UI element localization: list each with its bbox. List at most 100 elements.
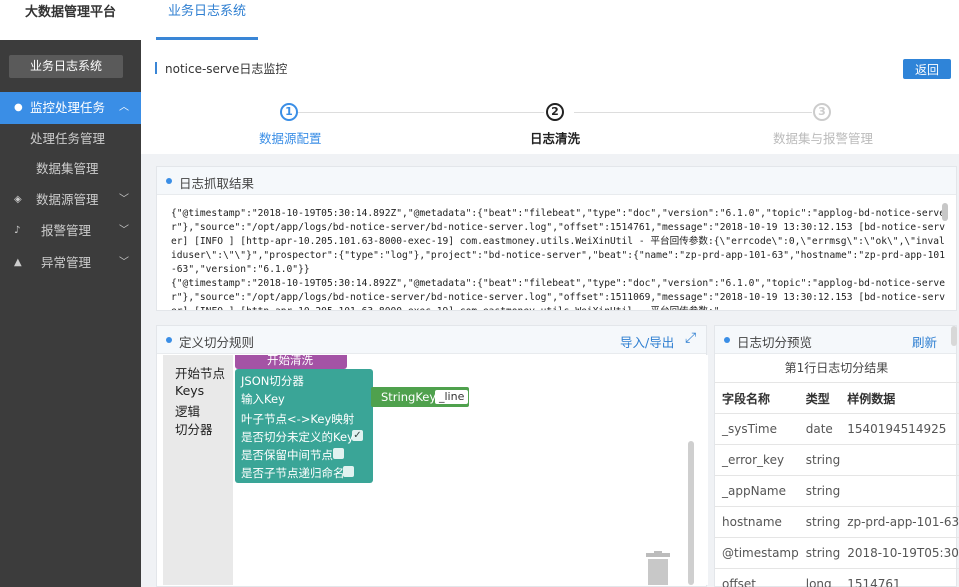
step-2-circle[interactable]: 2 — [546, 103, 564, 121]
field-sample — [840, 444, 959, 476]
expand-icon[interactable]: ⤢ — [685, 330, 696, 346]
title-accent-bar — [155, 62, 157, 74]
page-header: notice-serve日志监控 返回 — [141, 40, 959, 94]
table-row: _sysTime date 1540194514925 — [715, 413, 959, 445]
field-sample: 1540194514925 — [840, 413, 959, 445]
field-name: offset — [715, 568, 799, 587]
step-1-circle[interactable]: 1 — [280, 103, 298, 121]
field-type: string — [798, 506, 841, 538]
step-1-label[interactable]: 数据源配置 — [259, 128, 322, 147]
sidebar-item-label: 异常管理 — [41, 255, 92, 270]
keep-middle-checkbox[interactable] — [333, 448, 344, 459]
split-rules-panel: 定义切分规则 导入/导出 ⤢ 开始节点 Keys 逻辑 切分器 开始清洗 JSO… — [156, 325, 708, 587]
preview-subtitle: 第1行日志切分结果 — [784, 361, 889, 375]
toolbox-start-node[interactable]: 开始节点 — [175, 363, 225, 382]
keep-middle-label: 是否保留中间节点 — [241, 448, 333, 462]
chevron-down-icon: ﹀ — [119, 225, 129, 236]
refresh-link[interactable]: 刷新 — [912, 332, 937, 351]
toolbox-logic[interactable]: 逻辑 — [175, 401, 200, 420]
string-key-value[interactable]: _line — [435, 390, 469, 404]
string-key-block[interactable]: StringKey _line — [371, 387, 469, 407]
canvas-scrollbar[interactable] — [688, 441, 694, 585]
json-splitter-block[interactable]: JSON切分器 输入Key 叶子节点<->Key映射 是否切分未定义的Key ✓… — [235, 369, 373, 483]
field-type: string — [798, 444, 841, 476]
sidebar-item-label: 处理任务管理 — [30, 131, 106, 146]
step-2-label[interactable]: 日志清洗 — [530, 128, 580, 147]
column-header: 字段名称 — [715, 382, 799, 414]
page-title: notice-serve日志监控 — [165, 62, 288, 76]
step-3-label[interactable]: 数据集与报警管理 — [773, 128, 873, 147]
field-sample: 2018-10-19T05:30:1 — [840, 537, 959, 569]
table-row: _error_key string — [715, 444, 959, 476]
import-export-link[interactable]: 导入/导出 — [620, 332, 674, 351]
chevron-up-icon: ︿ — [119, 102, 129, 113]
field-sample — [840, 475, 959, 507]
start-clean-block[interactable]: 开始清洗 — [235, 354, 347, 369]
sidebar-item-label: 数据集管理 — [36, 161, 99, 176]
input-key-label: 输入Key — [241, 392, 285, 406]
sidebar-title[interactable]: 业务日志系统 — [9, 55, 123, 78]
column-header: 样例数据 — [840, 382, 959, 414]
sidebar-item-task-management[interactable]: 处理任务管理 — [0, 124, 141, 154]
chevron-down-icon: ﹀ — [119, 257, 129, 268]
step-connector — [574, 112, 812, 113]
panel-title: 定义切分规则 — [179, 335, 255, 350]
toolbox-splitter[interactable]: 切分器 — [175, 419, 213, 438]
bullet-icon — [166, 178, 172, 184]
sidebar-item-monitor-tasks[interactable]: ● 监控处理任务 ︿ — [0, 92, 141, 124]
table-row: offset long 1514761 — [715, 568, 959, 587]
bullet-icon — [166, 337, 172, 343]
step-progress: 1 数据源配置 2 日志清洗 3 数据集与报警管理 — [141, 94, 959, 154]
recursive-name-label: 是否子节点递归命名 — [241, 466, 345, 480]
brand-title: 大数据管理平台 — [24, 5, 116, 20]
field-type: date — [798, 413, 841, 445]
sidebar-item-alarm[interactable]: ♪ 报警管理 ﹀ — [0, 215, 141, 247]
log-scrollbar[interactable] — [942, 203, 948, 221]
recursive-name-checkbox[interactable] — [343, 466, 354, 477]
warning-icon: ▲ — [14, 257, 22, 268]
preview-table: 字段名称 类型 样例数据 _sysTime date 1540194514925… — [715, 382, 959, 587]
column-header: 类型 — [798, 382, 841, 414]
split-undefined-checkbox[interactable]: ✓ — [352, 430, 363, 441]
field-name: _error_key — [715, 444, 799, 476]
sidebar-item-datasource[interactable]: ◈ 数据源管理 ﹀ — [0, 184, 141, 216]
dashboard-icon: ● — [14, 102, 23, 113]
table-header-row: 字段名称 类型 样例数据 — [715, 382, 959, 414]
split-preview-panel: 日志切分预览 刷新 第1行日志切分结果 字段名称 类型 样例数据 _sysTim… — [714, 325, 959, 587]
block-canvas[interactable]: 开始清洗 JSON切分器 输入Key 叶子节点<->Key映射 是否切分未定义的… — [233, 354, 708, 585]
trash-icon[interactable] — [643, 551, 673, 585]
sidebar-item-exception[interactable]: ▲ 异常管理 ﹀ — [0, 247, 141, 279]
block-toolbox: 开始节点 Keys 逻辑 切分器 — [163, 355, 233, 585]
sidebar-item-label: 监控处理任务 — [30, 100, 106, 115]
log-result-panel: 日志抓取结果 {"@timestamp":"2018-10-19T05:30:1… — [156, 166, 957, 311]
table-row: hostname string zp-prd-app-101-63 — [715, 506, 959, 538]
bell-icon: ♪ — [14, 225, 21, 236]
toolbox-keys[interactable]: Keys — [175, 383, 204, 398]
field-name: @timestamp — [715, 537, 799, 569]
field-name: hostname — [715, 506, 799, 538]
split-undefined-label: 是否切分未定义的Key — [241, 430, 354, 444]
block-workspace: 开始节点 Keys 逻辑 切分器 开始清洗 JSON切分器 输入Key 叶子节点… — [163, 354, 708, 585]
leaf-map-label: 叶子节点<->Key映射 — [241, 412, 355, 426]
step-3-circle[interactable]: 3 — [813, 103, 831, 121]
field-type: string — [798, 537, 841, 569]
splitter-title: JSON切分器 — [241, 374, 304, 388]
panel-title: 日志抓取结果 — [179, 176, 255, 191]
field-name: _appName — [715, 475, 799, 507]
tab-business-log[interactable]: 业务日志系统 — [156, 0, 258, 40]
bullet-icon — [724, 337, 730, 343]
field-sample: zp-prd-app-101-63 — [840, 506, 959, 538]
database-icon: ◈ — [14, 194, 22, 205]
table-row: @timestamp string 2018-10-19T05:30:1 — [715, 537, 959, 569]
field-name: _sysTime — [715, 413, 799, 445]
step-connector — [298, 112, 544, 113]
sidebar: 业务日志系统 ● 监控处理任务 ︿ 处理任务管理 数据集管理 ◈ 数据源管理 ﹀… — [0, 40, 141, 587]
top-bar: 大数据管理平台 业务日志系统 — [0, 0, 959, 40]
panel-header: 日志抓取结果 — [157, 167, 956, 195]
field-type: long — [798, 568, 841, 587]
preview-scrollbar[interactable] — [951, 326, 957, 346]
log-content[interactable]: {"@timestamp":"2018-10-19T05:30:14.892Z"… — [171, 207, 946, 310]
back-button[interactable]: 返回 — [903, 59, 951, 79]
sidebar-item-dataset-management[interactable]: 数据集管理 — [0, 154, 141, 184]
table-row: _appName string — [715, 475, 959, 507]
